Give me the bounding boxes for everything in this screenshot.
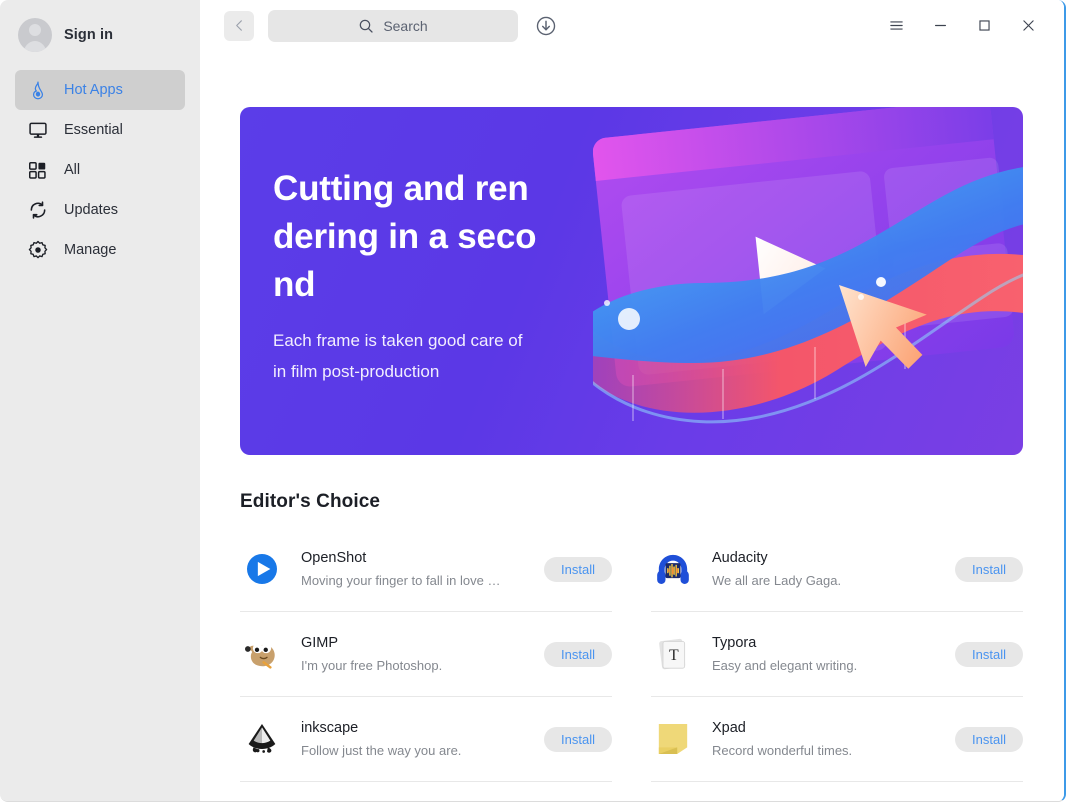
- openshot-icon: [240, 547, 284, 591]
- app-name: GIMP: [301, 635, 339, 651]
- sidebar-item-updates[interactable]: Updates: [15, 190, 185, 230]
- back-button[interactable]: [224, 10, 254, 41]
- monitor-icon: [27, 120, 48, 141]
- close-button[interactable]: [1006, 8, 1050, 44]
- app-meta: GIMP I'm your free Photoshop.: [301, 635, 532, 673]
- app-name: OpenShot: [301, 550, 367, 566]
- install-button[interactable]: Install: [955, 726, 1023, 752]
- sidebar-item-label: Manage: [64, 242, 117, 258]
- search-placeholder: Search: [383, 17, 428, 34]
- window-controls: [874, 8, 1050, 44]
- svg-text:T: T: [669, 647, 679, 664]
- install-button[interactable]: Install: [544, 641, 612, 667]
- app-description: I'm your free Photoshop.: [301, 658, 443, 673]
- sidebar: Sign in Hot Apps Essential All Updates M…: [0, 0, 200, 801]
- user-avatar-icon: [18, 18, 52, 52]
- app-description: Easy and elegant writing.: [712, 658, 858, 673]
- sidebar-item-manage[interactable]: Manage: [15, 230, 185, 270]
- grid-icon: [27, 160, 48, 181]
- maximize-icon: [978, 20, 990, 31]
- gear-icon: [27, 240, 48, 261]
- app-description: Follow just the way you are.: [301, 743, 462, 758]
- app-meta: OpenShot Moving your finger to fall in l…: [301, 550, 532, 588]
- app-name: Typora: [712, 635, 757, 651]
- chevron-left-icon: [235, 20, 242, 31]
- search-icon: [360, 19, 373, 33]
- app-row-typora[interactable]: T Typora Easy and elegant writing. Insta…: [651, 612, 1023, 697]
- download-circle-icon: [536, 16, 556, 35]
- content-scroll-area[interactable]: Cutting and rendering in a second Each f…: [200, 51, 1064, 801]
- banner-title: Cutting and rendering in a second: [273, 169, 537, 304]
- sidebar-item-essential[interactable]: Essential: [15, 110, 185, 150]
- sidebar-nav: Hot Apps Essential All Updates Manage: [0, 70, 200, 270]
- app-description: Record wonderful times.: [712, 743, 853, 758]
- promo-banner[interactable]: Cutting and rendering in a second Each f…: [240, 107, 1023, 455]
- app-name: inkscape: [301, 720, 359, 736]
- main-area: Search Cutting and rendering in a second…: [200, 0, 1064, 801]
- banner-subtitle: Each frame is taken good care of in film…: [273, 331, 523, 381]
- install-button[interactable]: Install: [955, 641, 1023, 667]
- section-title: Editor's Choice: [240, 491, 381, 512]
- banner-text-block: Cutting and rendering in a second Each f…: [273, 165, 573, 387]
- sidebar-item-label: Hot Apps: [64, 82, 123, 98]
- menu-button[interactable]: [874, 8, 918, 44]
- app-list: OpenShot Moving your finger to fall in l…: [240, 527, 1023, 782]
- app-row-audacity[interactable]: Audacity We all are Lady Gaga. Install: [651, 527, 1023, 612]
- sidebar-item-hot-apps[interactable]: Hot Apps: [15, 70, 185, 110]
- install-button[interactable]: Install: [955, 556, 1023, 582]
- app-row-xpad[interactable]: Xpad Record wonderful times. Install: [651, 697, 1023, 782]
- sidebar-item-label: All: [64, 162, 81, 178]
- inkscape-icon: [240, 717, 284, 761]
- search-input[interactable]: Search: [268, 9, 518, 42]
- app-meta: inkscape Follow just the way you are.: [301, 720, 532, 758]
- app-row-inkscape[interactable]: inkscape Follow just the way you are. In…: [240, 697, 612, 782]
- sign-in-label: Sign in: [64, 27, 114, 43]
- titlebar: Search: [200, 0, 1064, 51]
- install-button[interactable]: Install: [544, 726, 612, 752]
- video-editing-illustration: [593, 107, 1023, 455]
- sign-in-button[interactable]: Sign in: [0, 0, 200, 68]
- install-button[interactable]: Install: [544, 556, 612, 582]
- app-meta: Typora Easy and elegant writing.: [712, 635, 943, 673]
- close-icon: [1022, 20, 1034, 31]
- downloads-button[interactable]: [535, 15, 557, 37]
- app-meta: Xpad Record wonderful times.: [712, 720, 943, 758]
- flame-icon: [27, 80, 48, 101]
- app-description: Moving your finger to fall in love with …: [301, 573, 509, 588]
- sidebar-item-label: Essential: [64, 122, 123, 138]
- sidebar-item-all[interactable]: All: [15, 150, 185, 190]
- app-description: We all are Lady Gaga.: [712, 573, 842, 588]
- refresh-icon: [27, 200, 48, 221]
- audacity-icon: [651, 547, 695, 591]
- app-row-gimp[interactable]: GIMP I'm your free Photoshop. Install: [240, 612, 612, 697]
- minimize-button[interactable]: [918, 8, 962, 44]
- xpad-icon: [651, 717, 695, 761]
- hamburger-menu-icon: [889, 21, 903, 30]
- typora-icon: T: [651, 632, 695, 676]
- app-name: Audacity: [712, 550, 768, 566]
- app-store-window: Sign in Hot Apps Essential All Updates M…: [0, 0, 1066, 802]
- sidebar-item-label: Updates: [64, 202, 119, 218]
- gimp-icon: [240, 632, 284, 676]
- app-row-openshot[interactable]: OpenShot Moving your finger to fall in l…: [240, 527, 612, 612]
- maximize-button[interactable]: [962, 8, 1006, 44]
- minimize-icon: [934, 24, 946, 27]
- app-meta: Audacity We all are Lady Gaga.: [712, 550, 943, 588]
- app-name: Xpad: [712, 720, 746, 736]
